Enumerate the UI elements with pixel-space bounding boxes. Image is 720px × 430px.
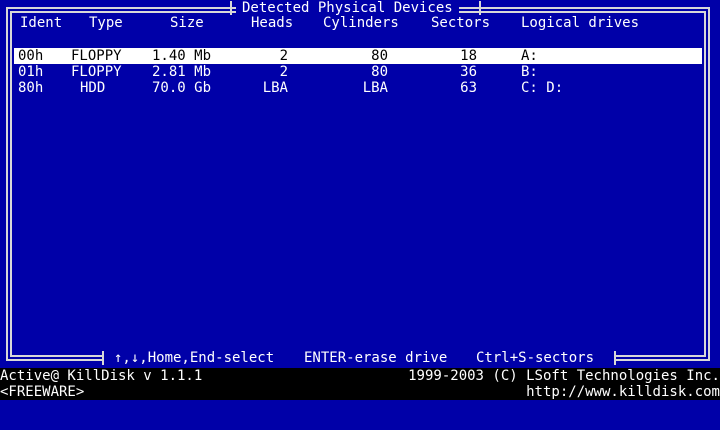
column-header-size: Size bbox=[168, 15, 206, 31]
title-left-tick bbox=[230, 1, 232, 15]
device-type: FLOPPY bbox=[71, 48, 122, 64]
column-header-type: Type bbox=[87, 15, 125, 31]
device-sectors: 36 bbox=[460, 64, 477, 80]
device-heads: 2 bbox=[279, 48, 288, 64]
device-cylinders: 80 bbox=[371, 48, 388, 64]
device-sectors: 63 bbox=[460, 80, 477, 96]
status-bar-bottom: <FREEWARE> http://www.killdisk.com bbox=[0, 384, 720, 400]
device-logical-drives: C: D: bbox=[521, 80, 564, 96]
column-header-heads: Heads bbox=[249, 15, 296, 31]
website-url: http://www.killdisk.com bbox=[526, 384, 720, 400]
license-label: <FREEWARE> bbox=[0, 384, 85, 400]
device-row-80h[interactable]: 80h HDD 70.0 Gb LBA LBA 63 C: D: bbox=[14, 80, 702, 96]
column-header-logical-drives: Logical drives bbox=[519, 15, 642, 31]
device-heads: LBA bbox=[262, 80, 288, 96]
device-type: HDD bbox=[80, 80, 106, 96]
device-heads: 2 bbox=[279, 64, 288, 80]
device-cylinders: 80 bbox=[371, 64, 388, 80]
device-logical-drives: A: bbox=[521, 48, 538, 64]
title-right-tick bbox=[479, 1, 481, 15]
column-header-cylinders: Cylinders bbox=[321, 15, 401, 31]
device-row-00h[interactable]: 00h FLOPPY 1.40 Mb 2 80 18 A: bbox=[14, 48, 702, 64]
help-navigate: ↑,↓,Home,End-select bbox=[114, 350, 275, 366]
device-ident: 00h bbox=[18, 48, 44, 64]
copyright: 1999-2003 (C) LSoft Technologies Inc. bbox=[408, 368, 720, 384]
device-cylinders: LBA bbox=[362, 80, 388, 96]
device-logical-drives: B: bbox=[521, 64, 538, 80]
window-title: Detected Physical Devices bbox=[236, 0, 459, 16]
device-ident: 80h bbox=[18, 80, 44, 96]
device-size: 2.81 Mb bbox=[152, 64, 212, 80]
help-erase: ENTER-erase drive bbox=[304, 350, 448, 366]
help-sectors: Ctrl+S-sectors bbox=[476, 350, 595, 366]
status-bar-top: Active@ KillDisk v 1.1.1 1999-2003 (C) L… bbox=[0, 368, 720, 384]
device-size: 70.0 Gb bbox=[152, 80, 212, 96]
device-sectors: 18 bbox=[460, 48, 477, 64]
column-header-sectors: Sectors bbox=[429, 15, 493, 31]
help-right-tick bbox=[614, 351, 616, 365]
device-row-01h[interactable]: 01h FLOPPY 2.81 Mb 2 80 36 B: bbox=[14, 64, 702, 80]
device-ident: 01h bbox=[18, 64, 44, 80]
product-name: Active@ KillDisk v 1.1.1 bbox=[0, 368, 203, 384]
column-header-ident: Ident bbox=[18, 15, 65, 31]
device-size: 1.40 Mb bbox=[152, 48, 212, 64]
device-type: FLOPPY bbox=[71, 64, 122, 80]
killdisk-screen: Detected Physical Devices Ident Type Siz… bbox=[0, 0, 720, 400]
help-bar: ↑,↓,Home,End-select ENTER-erase drive Ct… bbox=[104, 350, 616, 366]
